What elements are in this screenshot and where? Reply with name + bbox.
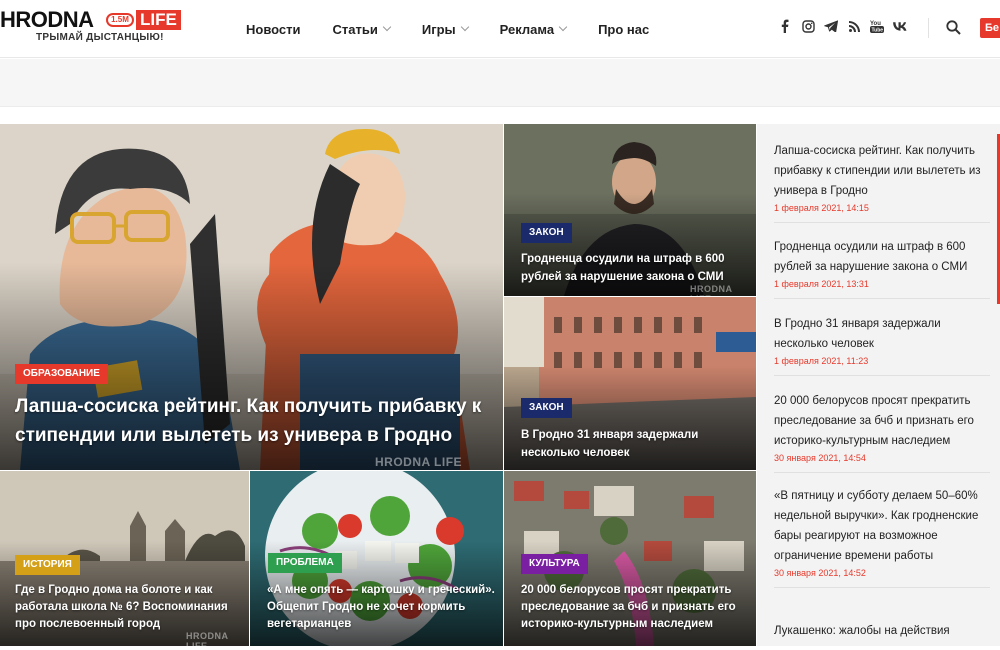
tile-title[interactable]: «А мне опять — картошку и гречеcкий». Об…: [267, 582, 495, 633]
article-tile-fine[interactable]: ЗАКОН Гродненца осудили на штраф в 600 р…: [504, 124, 756, 296]
article-tile-problem[interactable]: ПРОБЛЕМА «А мне опять — картошку и грече…: [250, 471, 503, 646]
sidebar-news-title[interactable]: 20 000 белорусов просят прекратить пресл…: [774, 391, 990, 451]
sidebar-news-date: 1 февраля 2021, 11:23: [774, 356, 869, 366]
nav-item-about[interactable]: Про нас: [598, 22, 649, 37]
sidebar-news-date: 1 февраля 2021, 14:15: [774, 203, 869, 213]
logo-badge: 1.5M: [106, 13, 134, 27]
instagram-icon[interactable]: [801, 19, 815, 33]
tile-title[interactable]: Гродненца осудили на штраф в 600 рублей …: [521, 250, 741, 286]
ad-banner-area: [0, 59, 1000, 107]
logo-tagline: ТРЫМАЙ ДЫСТАНЦЫЮ!: [36, 32, 164, 43]
category-tag[interactable]: ОБРАЗОВАНИЕ: [15, 364, 108, 384]
sidebar-news-date: 30 января 2021, 14:54: [774, 453, 866, 463]
category-tag[interactable]: КУЛЬТУРА: [521, 554, 588, 574]
sidebar-news-date: 1 февраля 2021, 13:31: [774, 279, 869, 289]
watermark: HRODNA LIFE: [690, 284, 733, 296]
sidebar-news-title[interactable]: «В пятницу и субботу делаем 50–60% недел…: [774, 486, 990, 566]
nav-label: Про нас: [598, 21, 650, 37]
featured-article[interactable]: ОБРАЗОВАНИЕ Лапша-сосиска рейтинг. Как п…: [0, 124, 503, 470]
article-tile-detained[interactable]: ЗАКОН В Гродно 31 января задержали неско…: [504, 297, 756, 470]
rss-icon[interactable]: [847, 19, 861, 33]
article-tile-culture[interactable]: КУЛЬТУРА 20 000 белорусов просят прекрат…: [504, 471, 756, 646]
logo-life: LIFE: [136, 10, 181, 30]
site-logo[interactable]: HRODNA 1.5M LIFE ТРЫМАЙ ДЫСТАНЦЫЮ!: [0, 8, 195, 48]
watermark: HRODNA LIFE: [186, 631, 229, 646]
nav-item-news[interactable]: Новости: [246, 22, 301, 37]
latest-news-sidebar: Лапша-сосиска рейтинг. Как получить приб…: [757, 124, 1000, 646]
facebook-icon[interactable]: [778, 19, 792, 33]
search-icon[interactable]: [946, 20, 962, 36]
sidebar-news-title[interactable]: Лукашенко: жалобы на действия: [774, 621, 990, 641]
chevron-down-icon: [460, 22, 469, 32]
youtube-icon[interactable]: You Tube: [870, 19, 884, 33]
svg-text:Tube: Tube: [872, 28, 884, 34]
nav-label: Новости: [246, 21, 301, 37]
category-tag[interactable]: ЗАКОН: [521, 398, 572, 418]
chevron-down-icon: [382, 22, 392, 32]
category-tag[interactable]: ПРОБЛЕМА: [268, 553, 342, 573]
watermark: HRODNA LIFE: [375, 455, 463, 469]
language-button[interactable]: Бе: [980, 18, 1000, 38]
vk-icon[interactable]: [893, 19, 907, 33]
nav-item-ads[interactable]: Реклама: [499, 21, 568, 37]
sidebar-news-title[interactable]: Лапша-сосиска рейтинг. Как получить приб…: [774, 141, 990, 201]
tile-title[interactable]: Где в Гродно дома на болоте и как работа…: [15, 582, 240, 633]
sidebar-news-item[interactable]: «В пятницу и субботу делаем 50–60% недел…: [774, 486, 990, 588]
nav-item-games[interactable]: Игры: [421, 21, 469, 37]
social-links: You Tube: [778, 19, 916, 33]
article-tile-history[interactable]: ИСТОРИЯ Где в Гродно дома на болоте и ка…: [0, 471, 249, 646]
nav-label: Реклама: [499, 21, 555, 37]
sidebar-news-item[interactable]: В Гродно 31 января задержали несколько ч…: [774, 314, 990, 376]
sidebar-news-item[interactable]: Гродненца осудили на штраф в 600 рублей …: [774, 237, 990, 299]
tile-title[interactable]: 20 000 белорусов просят прекратить пресл…: [521, 582, 746, 633]
sidebar-news-item[interactable]: Лапша-сосиска рейтинг. Как получить приб…: [774, 141, 990, 223]
nav-label: Статьи: [332, 21, 378, 37]
header-divider: [928, 18, 929, 38]
nav-label: Игры: [421, 21, 456, 37]
site-header: HRODNA 1.5M LIFE ТРЫМАЙ ДЫСТАНЦЫЮ! Новос…: [0, 0, 1000, 58]
chevron-down-icon: [558, 22, 568, 32]
category-tag[interactable]: ИСТОРИЯ: [15, 555, 80, 575]
logo-wordmark: HRODNA: [0, 7, 94, 32]
telegram-icon[interactable]: [824, 19, 838, 33]
nav-item-articles[interactable]: Статьи: [332, 21, 392, 37]
tile-title[interactable]: В Гродно 31 января задержали несколько ч…: [521, 426, 741, 462]
sidebar-news-date: 30 января 2021, 14:52: [774, 568, 866, 578]
main-nav: Новости Статьи Игры Реклама Про нас: [246, 0, 681, 58]
sidebar-news-item[interactable]: 20 000 белорусов просят прекратить пресл…: [774, 391, 990, 473]
category-tag[interactable]: ЗАКОН: [521, 223, 572, 243]
sidebar-news-title[interactable]: Гродненца осудили на штраф в 600 рублей …: [774, 237, 990, 277]
sidebar-news-title[interactable]: В Гродно 31 января задержали несколько ч…: [774, 314, 990, 354]
featured-title[interactable]: Лапша-сосиска рейтинг. Как получить приб…: [15, 392, 495, 450]
